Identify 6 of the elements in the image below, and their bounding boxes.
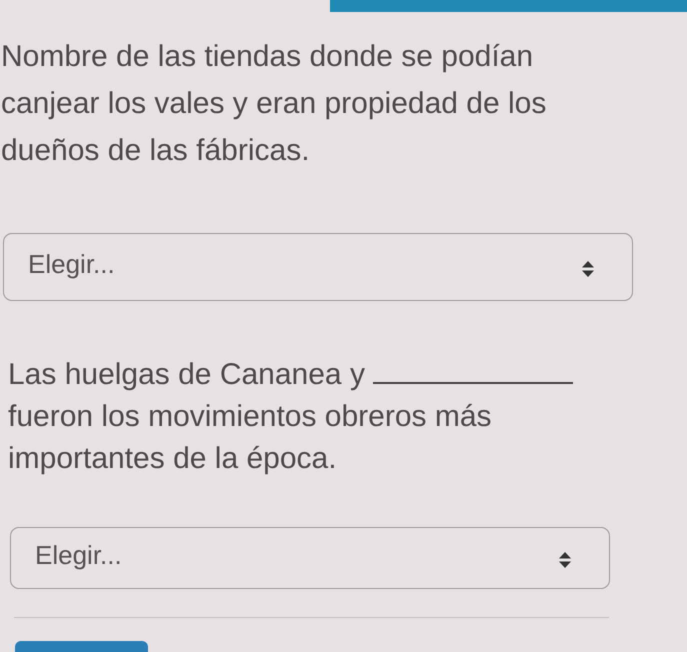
dropdown[interactable]: Elegir...: [10, 527, 610, 589]
dropdown[interactable]: Elegir...: [3, 233, 633, 301]
updown-caret-icon: [559, 552, 571, 568]
updown-caret-icon: [582, 261, 594, 277]
question-text: Las huelgas de Cananea y fueron los movimientos obreros más importantes de la época.: [0, 354, 608, 480]
question-text: Nombre de las tiendas donde se podían canjear los vales y eran propiedad de los dueños de las fábricas.: [0, 39, 548, 169]
